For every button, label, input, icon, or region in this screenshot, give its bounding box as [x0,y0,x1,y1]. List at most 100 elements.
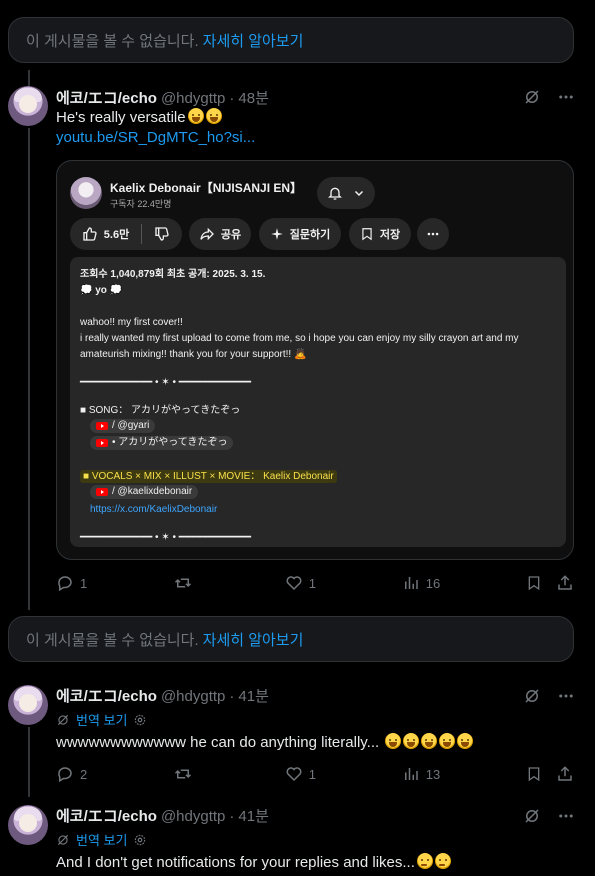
grok-icon[interactable] [523,687,541,705]
ask-label: 질문하기 [289,229,331,241]
views-button[interactable]: 13 [402,765,440,783]
grok-icon[interactable] [523,88,541,106]
video-description[interactable]: 조회수 1,040,879회 최초 공개: 2025. 3. 15. 💭 yo … [70,257,566,547]
save-button[interactable]: 저장 [349,218,411,250]
translate-link[interactable]: 번역 보기 [76,710,127,729]
like-count: 1 [308,575,316,591]
tweet[interactable]: 에코/エコ/echo @hdygttp · 41분 번역 보기 wwwwwwww… [0,685,595,795]
description-line: wahoo!! my first cover!! [80,317,183,328]
tweet-header-actions [523,687,575,705]
avatar[interactable] [8,685,48,725]
share-button[interactable]: 공유 [189,218,251,250]
youtube-embed-card[interactable]: Kaelix Debonair【NIJISANJI EN】 구독자 22.4만명… [56,160,574,560]
user-handle[interactable]: @hdygttp [161,688,225,705]
views-button[interactable]: 16 [402,574,440,592]
avatar[interactable] [8,86,48,126]
tweet-actions-right [526,574,574,592]
thinking-face-icon [416,853,433,869]
chip-text: / @kaelixdebonair [112,486,193,497]
tweet-text: And I don't get notifications for your r… [56,853,451,871]
timestamp[interactable]: 41분 [238,805,269,826]
tweet-actions-right [526,765,574,783]
avatar[interactable] [8,805,48,845]
timestamp[interactable]: 41분 [238,685,269,706]
song-original-chip[interactable]: • アカリがやってきたぞっ [90,436,234,450]
translate-row[interactable]: 번역 보기 [56,710,147,729]
tweet-text: wwwwwwwwwwww he can do anything literall… [56,733,474,751]
unavailable-text: 이 게시물을 볼 수 없습니다. [26,32,199,50]
gear-icon[interactable] [133,713,147,727]
share-icon[interactable] [556,574,574,592]
translate-link[interactable]: 번역 보기 [76,830,127,849]
display-name[interactable]: 에코/エコ/echo [56,685,157,706]
tweet-header: 에코/エコ/echo @hdygttp · 41분 [56,685,269,706]
display-name[interactable]: 에코/エコ/echo [56,87,157,108]
like-button[interactable]: 1 [285,574,316,592]
like-count: 1 [308,766,316,782]
thinking-face-icon [434,853,451,869]
bookmark-icon[interactable] [526,765,542,783]
tweet-text-content: He's really versatile [56,109,186,126]
face-emoji-icon [457,733,474,749]
more-button[interactable] [417,218,449,250]
retweet-button[interactable] [173,765,199,783]
tweet-actions: 2 1 13 [56,764,574,784]
tweet-header: 에코/エコ/echo @hdygttp · 41분 [56,805,269,826]
display-name[interactable]: 에코/エコ/echo [56,805,157,826]
tweet-header-actions [523,88,575,106]
save-label: 저장 [379,229,401,241]
chevron-down-icon [353,187,365,199]
retweet-button[interactable] [173,574,199,592]
reply-icon [56,765,74,783]
more-options-icon[interactable] [557,88,575,106]
tweet-actions: 1 1 16 [56,573,574,593]
like-count: 5.6만 [103,229,130,241]
like-button[interactable]: 1 [285,765,316,783]
notification-bell-button[interactable] [317,177,375,209]
youtube-logo-icon [96,439,108,447]
reply-count: 1 [80,575,88,591]
grok-icon [56,833,70,847]
share-icon[interactable] [556,765,574,783]
tweet-header: 에코/エコ/echo @hdygttp · 48분 [56,87,269,108]
reply-icon [56,574,74,592]
reply-button[interactable]: 1 [56,574,87,592]
tweet-text-content: And I don't get notifications for your r… [56,854,415,871]
view-stats: 조회수 1,040,879회 최초 공개: 2025. 3. 15. [80,269,266,280]
gear-icon[interactable] [133,833,147,847]
learn-more-link[interactable]: 자세히 알아보기 [203,629,304,650]
share-arrow-icon [199,226,215,242]
reply-button[interactable]: 2 [56,765,87,783]
translate-row[interactable]: 번역 보기 [56,830,147,849]
credits-link[interactable]: https://x.com/KaelixDebonair [90,504,217,515]
tweet-link[interactable]: youtu.be/SR_DgMTC_ho?si... [56,129,255,146]
thread-line [28,70,30,86]
like-dislike-button[interactable]: 5.6만 [70,218,182,250]
face-emoji-icon [385,733,402,749]
tweet[interactable]: 에코/エコ/echo @hdygttp · 41분 번역 보기 And I do… [0,805,595,876]
youtube-logo-icon [96,488,108,496]
song-artist-chip[interactable]: / @gyari [90,419,156,433]
more-options-icon[interactable] [557,687,575,705]
user-handle[interactable]: @hdygttp [161,808,225,825]
more-options-icon[interactable] [557,807,575,825]
learn-more-link[interactable]: 자세히 알아보기 [203,30,304,51]
grok-icon[interactable] [523,807,541,825]
ask-button[interactable]: 질문하기 [259,218,341,250]
description-separator: ━━━━━━━━━━━━ • ✶ • ━━━━━━━━━━━━ [80,377,251,388]
user-handle[interactable]: @hdygttp [161,90,225,107]
share-label: 공유 [220,229,242,241]
heart-icon [285,765,303,783]
bookmark-icon[interactable] [526,574,542,592]
face-emoji-icon [187,108,204,124]
retweet-icon [173,765,193,783]
thumbs-down-icon[interactable] [154,226,170,242]
tweet[interactable]: 에코/エコ/echo @hdygttp · 48분 He's really ve… [0,86,595,606]
song-label: ■ SONG： アカリがやってきたぞっ [80,405,241,416]
channel-name[interactable]: Kaelix Debonair【NIJISANJI EN】 [110,179,302,196]
channel-avatar[interactable] [70,177,102,209]
analytics-bar-icon [402,574,420,592]
thumbs-up-icon[interactable] [82,226,98,242]
timestamp[interactable]: 48분 [238,87,269,108]
credits-channel-chip[interactable]: / @kaelixdebonair [90,485,199,499]
